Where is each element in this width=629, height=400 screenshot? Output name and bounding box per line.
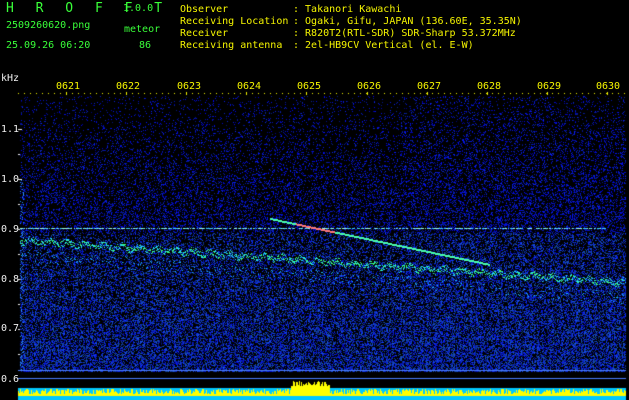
station-info: Observer: Takanori Kawachi Receiving Loc… xyxy=(180,4,522,52)
y-tick-0.8: 0.8 xyxy=(1,274,20,285)
app-version: 1.0.0 xyxy=(123,3,154,14)
y-axis-unit: kHz xyxy=(1,73,20,84)
x-tick-0630: 0630 xyxy=(596,81,621,92)
x-tick-0625: 0625 xyxy=(297,81,322,92)
y-tick-1.0: 1.0 xyxy=(1,174,20,185)
x-tick-0627: 0627 xyxy=(417,81,442,92)
x-tick-0624: 0624 xyxy=(237,81,262,92)
info-row-observer: Observer: Takanori Kawachi xyxy=(180,4,402,15)
hrofft-window: H R O F F T 1.0.0 2509260620.png meteor … xyxy=(0,0,629,400)
spectrogram-canvas xyxy=(0,0,629,400)
info-row-location: Receiving Location: Ogaki, Gifu, JAPAN (… xyxy=(180,16,522,27)
info-row-receiver: Receiver: R820T2(RTL-SDR) SDR-Sharp 53.3… xyxy=(180,28,516,39)
x-tick-0623: 0623 xyxy=(177,81,202,92)
x-tick-0621: 0621 xyxy=(56,81,81,92)
meteor-count: 86 xyxy=(139,40,152,51)
mode-label: meteor xyxy=(124,24,161,35)
y-tick-1.1: 1.1 xyxy=(1,124,20,135)
info-row-antenna: Receiving antenna: 2el-HB9CV Vertical (e… xyxy=(180,40,474,51)
y-tick-0.6: 0.6 xyxy=(1,374,20,385)
y-tick-0.9: 0.9 xyxy=(1,224,20,235)
y-tick-0.7: 0.7 xyxy=(1,323,20,334)
x-tick-0628: 0628 xyxy=(477,81,502,92)
x-tick-0622: 0622 xyxy=(116,81,141,92)
x-tick-0629: 0629 xyxy=(537,81,562,92)
timestamp: 25.09.26 06:20 xyxy=(6,40,91,51)
x-tick-0626: 0626 xyxy=(357,81,382,92)
file-name: 2509260620.png xyxy=(6,20,91,31)
